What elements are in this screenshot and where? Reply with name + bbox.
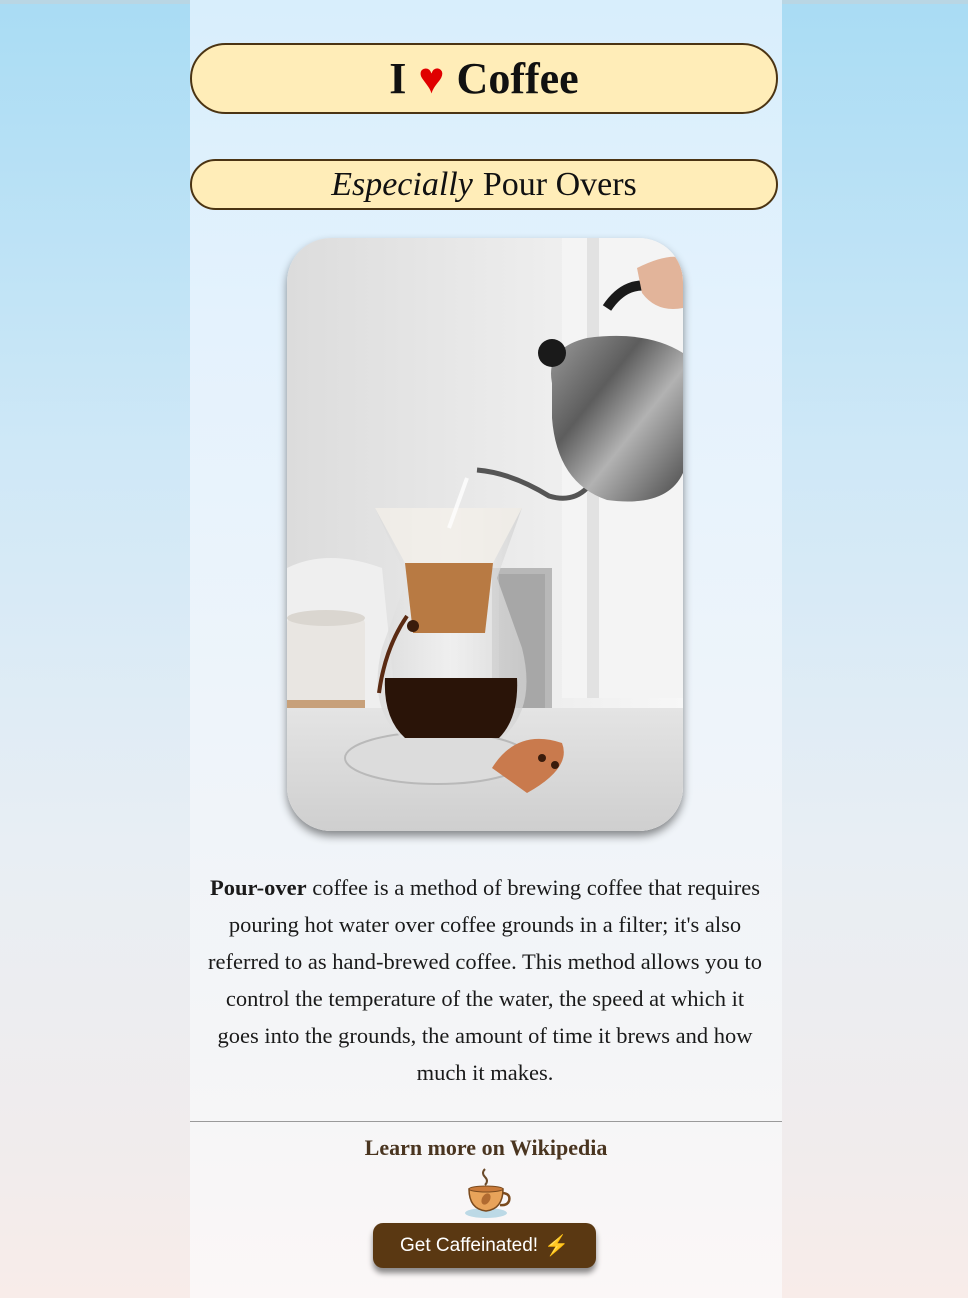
- subtitle-emphasis: Especially: [331, 165, 473, 203]
- description-bold-term: Pour-over: [210, 875, 307, 900]
- pour-over-description: Pour-over coffee is a method of brewing …: [205, 869, 765, 1091]
- pour-over-photo: [287, 238, 683, 831]
- heart-icon: ♥: [418, 54, 445, 103]
- lightning-icon: ⚡: [544, 1235, 569, 1257]
- page-title: I ♥ Coffee: [190, 43, 778, 114]
- page-subtitle: Especially Pour Overs: [190, 159, 778, 210]
- cta-label: Get Caffeinated!: [400, 1234, 539, 1256]
- description-text: coffee is a method of brewing coffee tha…: [208, 875, 762, 1085]
- subtitle-rest: Pour Overs: [482, 165, 637, 203]
- wikipedia-link[interactable]: Learn more on Wikipedia: [190, 1135, 782, 1161]
- title-coffee: Coffee: [456, 54, 579, 103]
- title-i: I: [389, 54, 407, 103]
- get-caffeinated-button[interactable]: Get Caffeinated! ⚡: [373, 1223, 596, 1268]
- coffee-cup-icon: [461, 1167, 511, 1219]
- section-divider: [190, 1121, 782, 1122]
